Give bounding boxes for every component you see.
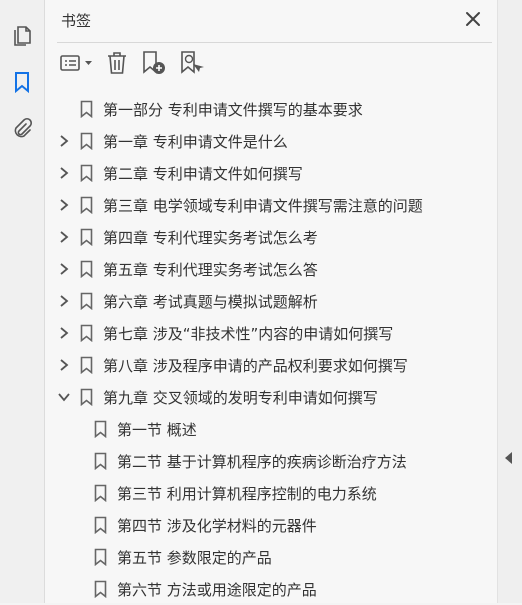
bookmark-label: 第二章 专利申请文件如何撰写 xyxy=(103,164,303,183)
bookmark-label: 第八章 涉及程序申请的产品权利要求如何撰写 xyxy=(103,356,408,375)
bookmark-label: 第六节 方法或用途限定的产品 xyxy=(117,580,317,599)
bookmark-item[interactable]: 第四节 涉及化学材料的元器件 xyxy=(45,509,498,541)
bookmark-label: 第二节 基于计算机程序的疾病诊断治疗方法 xyxy=(117,452,407,471)
bookmark-icon xyxy=(79,324,93,342)
chevron-right-icon[interactable] xyxy=(57,262,71,276)
bookmark-icon xyxy=(93,484,107,502)
bookmark-icon xyxy=(93,452,107,470)
new-bookmark-icon xyxy=(141,50,167,80)
header-divider xyxy=(57,42,492,43)
chevron-right-icon[interactable] xyxy=(57,198,71,212)
bookmark-label: 第五节 参数限定的产品 xyxy=(117,548,272,567)
bookmark-label: 第四章 专利代理实务考试怎么考 xyxy=(103,228,318,247)
bookmark-label: 第一部分 专利申请文件撰写的基本要求 xyxy=(103,100,363,119)
chevron-down-icon[interactable] xyxy=(57,390,71,404)
chevron-right-icon[interactable] xyxy=(57,230,71,244)
bookmark-item[interactable]: 第二节 基于计算机程序的疾病诊断治疗方法 xyxy=(45,445,498,477)
trash-icon xyxy=(106,51,128,79)
bookmark-label: 第九章 交叉领域的发明专利申请如何撰写 xyxy=(103,388,378,407)
bookmark-icon xyxy=(79,356,93,374)
options-menu-icon xyxy=(60,54,94,76)
bookmark-icon xyxy=(79,196,93,214)
chevron-right-icon[interactable] xyxy=(57,166,71,180)
chevron-right-icon[interactable] xyxy=(57,326,71,340)
bookmark-from-selection-button[interactable] xyxy=(177,50,207,80)
bookmark-item[interactable]: 第四章 专利代理实务考试怎么考 xyxy=(45,221,498,253)
bookmark-icon[interactable] xyxy=(8,68,36,96)
delete-bookmark-button[interactable] xyxy=(103,50,131,80)
scrollbar[interactable] xyxy=(497,0,522,603)
bookmark-label: 第五章 专利代理实务考试怎么答 xyxy=(103,260,318,279)
bookmark-tree: 第一部分 专利申请文件撰写的基本要求 第一章 专利申请文件是什么 第二章 专利申请文… xyxy=(45,93,498,605)
new-bookmark-button[interactable] xyxy=(139,50,169,80)
bookmark-item[interactable]: 第五节 参数限定的产品 xyxy=(45,541,498,573)
bookmark-icon xyxy=(93,548,107,566)
bookmark-item[interactable]: 第六章 考试真题与模拟试题解析 xyxy=(45,285,498,317)
collapse-arrow-icon[interactable] xyxy=(505,452,512,464)
bookmark-label: 第三章 电学领域专利申请文件撰写需注意的问题 xyxy=(103,196,423,215)
panel-title: 书签 xyxy=(61,12,92,30)
options-menu-button[interactable] xyxy=(59,50,95,80)
bookmark-item[interactable]: 第七章 涉及“非技术性”内容的申请如何撰写 xyxy=(45,317,498,349)
bookmark-icon xyxy=(79,260,93,278)
bookmark-icon xyxy=(79,132,93,150)
paperclip-icon[interactable] xyxy=(8,114,36,142)
bookmark-item[interactable]: 第五章 专利代理实务考试怎么答 xyxy=(45,253,498,285)
bookmark-label: 第一章 专利申请文件是什么 xyxy=(103,132,288,151)
bookmarks-toolbar xyxy=(59,50,215,80)
bookmark-item[interactable]: 第一部分 专利申请文件撰写的基本要求 xyxy=(45,93,498,125)
bookmark-item[interactable]: 第三节 利用计算机程序控制的电力系统 xyxy=(45,477,498,509)
chevron-right-icon[interactable] xyxy=(57,358,71,372)
bookmark-item[interactable]: 第六节 方法或用途限定的产品 xyxy=(45,573,498,605)
bookmark-search-icon xyxy=(179,50,205,80)
bookmark-label: 第一节 概述 xyxy=(117,420,197,439)
bookmark-icon xyxy=(93,516,107,534)
bookmark-item[interactable]: 第九章 交叉领域的发明专利申请如何撰写 xyxy=(45,381,498,413)
bookmark-item[interactable]: 第二章 专利申请文件如何撰写 xyxy=(45,157,498,189)
bookmark-label: 第四节 涉及化学材料的元器件 xyxy=(117,516,317,535)
bookmark-label: 第六章 考试真题与模拟试题解析 xyxy=(103,292,318,311)
bookmark-icon xyxy=(79,228,93,246)
bookmark-label: 第七章 涉及“非技术性”内容的申请如何撰写 xyxy=(103,324,394,343)
chevron-right-icon[interactable] xyxy=(57,134,71,148)
bookmark-label: 第三节 利用计算机程序控制的电力系统 xyxy=(117,484,377,503)
pages-icon[interactable] xyxy=(8,22,36,50)
bookmark-item[interactable]: 第一节 概述 xyxy=(45,413,498,445)
bookmark-item[interactable]: 第三章 电学领域专利申请文件撰写需注意的问题 xyxy=(45,189,498,221)
bookmark-icon xyxy=(79,164,93,182)
bookmark-icon xyxy=(93,580,107,598)
bookmark-icon xyxy=(79,100,93,118)
close-icon[interactable] xyxy=(464,10,482,28)
bookmark-icon xyxy=(79,388,93,406)
chevron-right-icon[interactable] xyxy=(57,294,71,308)
bookmark-item[interactable]: 第一章 专利申请文件是什么 xyxy=(45,125,498,157)
bookmark-icon xyxy=(79,292,93,310)
bookmarks-panel: 书签 第一部分 专利申请文件撰写的基本要求 第一章 专利申请文件是什么 第二章 专利… xyxy=(45,0,498,603)
bookmark-item[interactable]: 第八章 涉及程序申请的产品权利要求如何撰写 xyxy=(45,349,498,381)
navigation-sidebar xyxy=(0,0,45,603)
bookmark-icon xyxy=(93,420,107,438)
